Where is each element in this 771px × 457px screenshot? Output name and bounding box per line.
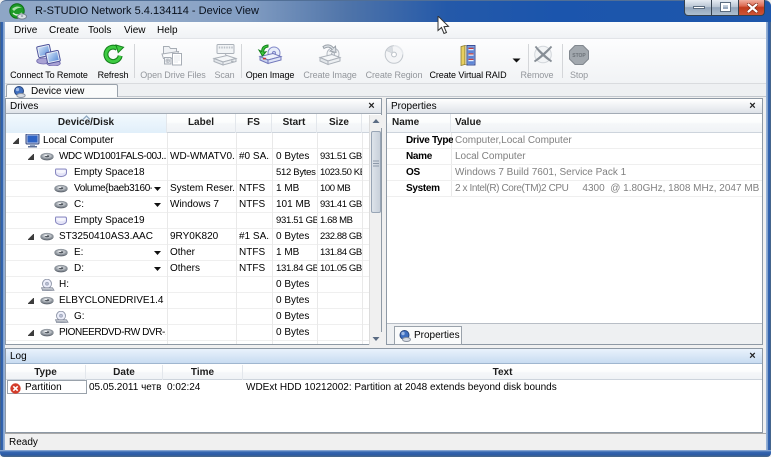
- svg-text:STOP: STOP: [572, 53, 586, 59]
